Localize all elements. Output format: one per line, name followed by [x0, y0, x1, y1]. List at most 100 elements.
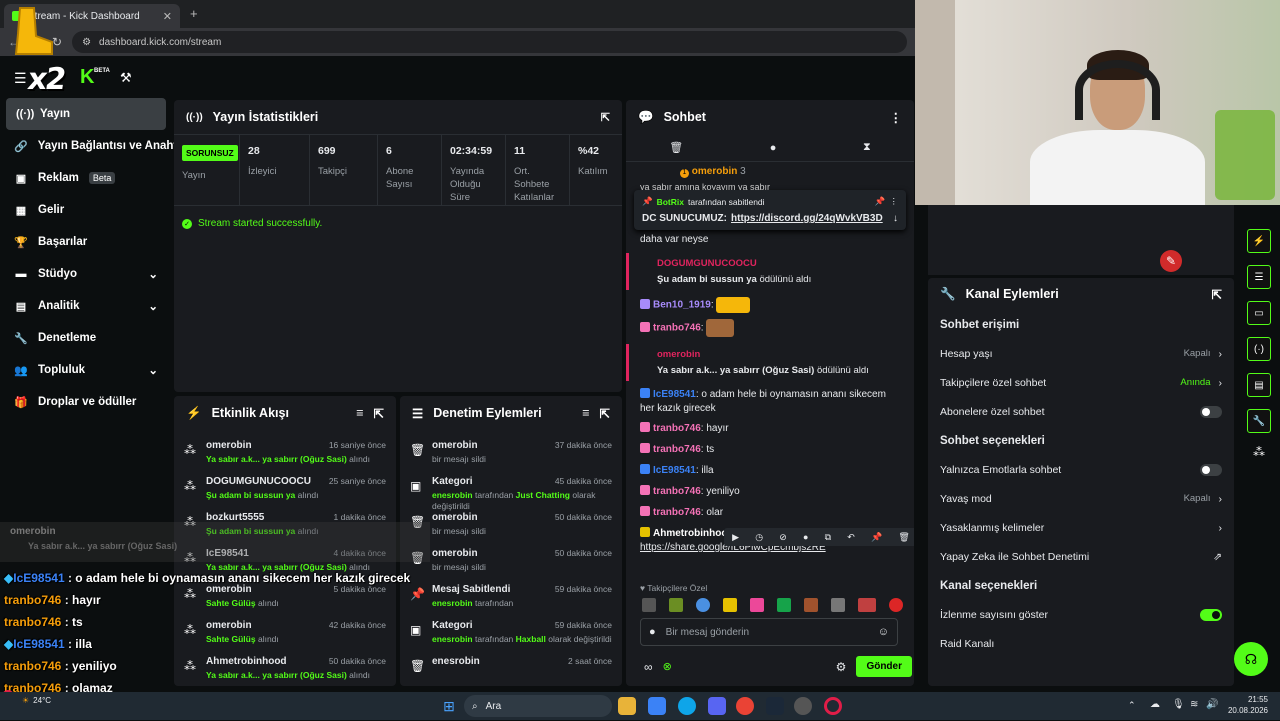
mod-item[interactable]: 🗑 omerobin 37 dakika önce bir mesajı sildi — [400, 434, 622, 470]
trash-icon[interactable]: 🗑 — [669, 141, 683, 154]
clock[interactable]: 21:55 20.08.2026 — [1222, 694, 1268, 716]
chat-message[interactable]: tranbo746: yeniliyo — [626, 482, 914, 503]
chrome-icon[interactable] — [736, 697, 754, 715]
sidebar-item-achievements[interactable]: 🏆 Başarılar — [0, 226, 172, 258]
weather-widget[interactable]: ☀ 24°C — [22, 696, 51, 705]
play-icon[interactable]: ▶ — [732, 532, 739, 543]
channel-option-row[interactable]: Yavaş mod Kapalı › — [928, 484, 1234, 513]
chat-message[interactable]: tranbo746: — [626, 316, 914, 340]
new-tab-button[interactable]: + — [190, 6, 198, 21]
sidebar-item-yayin[interactable]: ((·)) Yayın — [6, 98, 166, 130]
pinned-message[interactable]: 📌 BotRix tarafından sabitlendi 📌 ⋮ DC SU… — [634, 190, 906, 230]
chat-rail-button[interactable]: ▭ — [1247, 301, 1271, 325]
activity-item[interactable]: ⁂ omerobin 16 saniye önce Ya sabır a.k... y… — [174, 434, 396, 470]
network-icon[interactable]: ☁ — [1150, 699, 1160, 710]
channel-option-row[interactable]: Abonelere özel sohbet — [928, 397, 1234, 426]
hourglass-icon[interactable]: ⧗ — [863, 141, 871, 154]
chat-user[interactable]: IcE98541 — [653, 465, 696, 476]
filter-icon[interactable]: ≡ — [356, 406, 363, 420]
sidebar-item-ads[interactable]: ▣ Reklam Beta — [0, 162, 172, 194]
sidebar-item-analytics[interactable]: ▤ Analitik ⌄ — [0, 290, 172, 322]
url-field[interactable]: ⚙ dashboard.kick.com/stream — [72, 31, 907, 53]
file-explorer-icon[interactable] — [618, 697, 636, 715]
kick-k-icon[interactable]: ⊗ — [663, 660, 672, 673]
channel-option-row[interactable]: Yasaklanmış kelimeler › — [928, 513, 1234, 542]
popout-icon[interactable]: ⇱ — [600, 406, 610, 421]
mod-item[interactable]: 🗑 omerobin 50 dakika önce bir mesajı sildi — [400, 542, 622, 578]
chat-bubble-icon[interactable]: ● — [770, 142, 777, 154]
chat-message[interactable]: IcE98541: o adam hele bi oynamasın ananı… — [626, 385, 914, 419]
taskbar-search[interactable]: ⌕ Ara — [464, 695, 612, 717]
wifi-icon[interactable]: ≋ — [1190, 699, 1198, 710]
chat-user[interactable]: tranbo746 — [653, 507, 701, 518]
more-options-icon[interactable]: ⋮ — [890, 110, 903, 125]
store-icon[interactable] — [648, 697, 666, 715]
chat-message[interactable]: tranbo746: ts — [626, 440, 914, 461]
menu-icon[interactable]: ☰ — [14, 70, 27, 87]
undo-icon[interactable]: ↶ — [847, 532, 855, 543]
reward-redemption[interactable]: DOGUMGUNUCOOCU Şu adam bi sussun ya ödülü… — [626, 253, 914, 290]
emote-icon[interactable] — [889, 598, 903, 612]
emote-icon[interactable] — [777, 598, 791, 612]
mod-item[interactable]: 🗑 enesrobin 2 saat önce — [400, 650, 622, 686]
mod-item[interactable]: ▣ Kategori 45 dakika önce enesrobin tarafın… — [400, 470, 622, 511]
app-icon[interactable] — [794, 697, 812, 715]
chat-user[interactable]: tranbo746 — [653, 423, 701, 434]
chat-message[interactable]: IcE98541: illa — [626, 461, 914, 482]
emote-icon[interactable] — [642, 598, 656, 612]
stats-rail-button[interactable]: ▤ — [1247, 373, 1271, 397]
chat-input[interactable]: ● Bir mesaj gönderin ☺ — [640, 618, 898, 646]
chat-user[interactable]: IcE98541 — [653, 389, 696, 400]
filter-icon[interactable]: ≡ — [582, 406, 589, 420]
channel-option-row[interactable]: Takipçilere özel sohbet Anında › — [928, 368, 1234, 397]
pin-icon[interactable]: 📌 — [871, 532, 882, 543]
emote-icon[interactable] — [750, 598, 764, 612]
ban-icon[interactable]: ⊘ — [779, 532, 787, 543]
channel-option-row[interactable]: Hesap yaşı Kapalı › — [928, 339, 1234, 368]
mod-item[interactable]: 📌 Mesaj Sabitlendi 59 dakika önce enesrobin… — [400, 578, 622, 614]
channel-option-row[interactable]: Yapay Zeka ile Sohbet Denetimi ⇗ — [928, 542, 1234, 571]
sidebar-item-drops[interactable]: 🎁 Droplar ve ödüller — [0, 386, 172, 418]
chat-message[interactable]: Ben10_1919: — [626, 294, 914, 316]
volume-icon[interactable]: 🔊 — [1206, 699, 1218, 710]
infinity-icon[interactable]: ∞ — [644, 660, 653, 674]
site-info-icon[interactable]: ⚙ — [82, 37, 91, 48]
close-tab-icon[interactable]: ✕ — [163, 10, 172, 23]
toggle-switch[interactable] — [1200, 608, 1222, 621]
chat-user[interactable]: tranbo746 — [653, 323, 701, 334]
chat-user[interactable]: tranbo746 — [653, 444, 701, 455]
emote-icon[interactable] — [831, 598, 845, 612]
channel-option-row[interactable]: Raid Kanalı — [928, 629, 1234, 658]
chat-message[interactable]: tranbo746: olar — [626, 503, 914, 524]
copy-icon[interactable]: ⧉ — [825, 532, 831, 543]
activity-item[interactable]: ⁂ DOGUMGUNUCOOCU 25 saniye önce Şu adam bi … — [174, 470, 396, 506]
popout-icon[interactable]: ⇱ — [1212, 287, 1222, 302]
trash-icon[interactable]: 🗑 — [898, 532, 909, 543]
chat-message[interactable]: tranbo746: hayır — [626, 419, 914, 440]
edge-icon[interactable] — [678, 697, 696, 715]
settings-icon[interactable]: ⚙ — [836, 660, 847, 674]
broadcast-rail-button[interactable]: (·) — [1247, 337, 1271, 361]
reward-redemption[interactable]: omerobin Ya sabır a.k... ya sabırr (Oğuz … — [626, 344, 914, 381]
more-options-icon[interactable]: ⋮ — [890, 196, 899, 207]
pinned-link[interactable]: https://discord.gg/24qWvkVB3D — [731, 213, 883, 224]
sidebar-item-revenue[interactable]: ▦ Gelir — [0, 194, 172, 226]
toggle-switch[interactable] — [1200, 463, 1222, 476]
popout-icon[interactable]: ⇱ — [374, 406, 384, 421]
emote-icon[interactable] — [696, 598, 710, 612]
emote-icon[interactable] — [804, 598, 818, 612]
tools-icon[interactable]: ⚒ — [120, 70, 132, 86]
mod-item[interactable]: ▣ Kategori 59 dakika önce enesrobin tarafın… — [400, 614, 622, 650]
wrench-rail-button[interactable]: 🔧 — [1247, 409, 1271, 433]
popout-icon[interactable]: ⇱ — [601, 111, 610, 124]
channel-option-row[interactable]: Yalnızca Emotlarla sohbet — [928, 455, 1234, 484]
chat-user[interactable]: Ben10_1919 — [653, 300, 711, 311]
steam-icon[interactable] — [766, 697, 784, 715]
clock-icon[interactable]: ◷ — [755, 532, 763, 543]
support-button[interactable]: ☊ — [1234, 642, 1268, 676]
sidebar-item-community[interactable]: 👥 Topluluk ⌄ — [0, 354, 172, 386]
mic-icon[interactable]: 🎙 — [1172, 699, 1185, 710]
emote-icon[interactable] — [858, 598, 876, 612]
mod-item[interactable]: 🗑 omerobin 50 dakika önce bir mesajı sildi — [400, 506, 622, 542]
chat-user[interactable]: Ahmetrobinhood — [653, 528, 734, 539]
